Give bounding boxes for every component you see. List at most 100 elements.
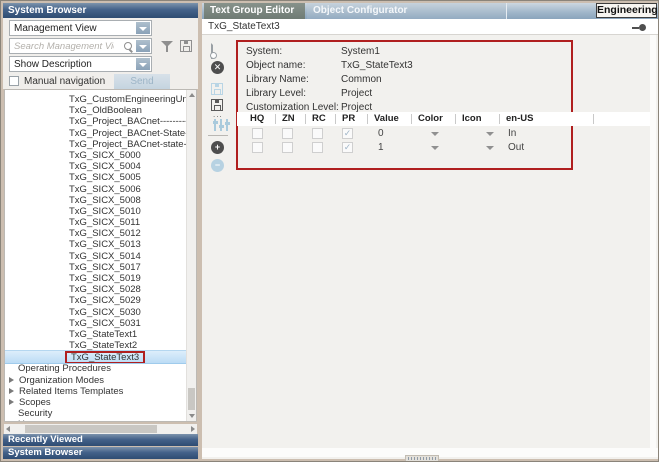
- scrollbar-thumb[interactable]: [188, 388, 195, 410]
- close-button[interactable]: ✕: [211, 61, 224, 74]
- tab-text-group-editor[interactable]: Text Group Editor: [204, 3, 305, 19]
- system-browser-header[interactable]: System Browser: [3, 3, 198, 18]
- tree-item[interactable]: TxG_SICX_5006: [5, 184, 186, 195]
- new-document-icon[interactable]: [211, 40, 213, 59]
- tree-item[interactable]: TxG_Project_BACnet----------: [5, 116, 186, 127]
- search-box[interactable]: [9, 38, 152, 54]
- expand-arrow-icon[interactable]: [9, 388, 14, 394]
- tree-item[interactable]: TxG_StateText1: [5, 329, 186, 340]
- tree-item[interactable]: TxG_SICX_5030: [5, 307, 186, 318]
- tree-item[interactable]: TxG_SICX_5010: [5, 206, 186, 217]
- zn-checkbox[interactable]: [282, 142, 293, 153]
- tree-item-selected[interactable]: TxG_StateText3: [5, 350, 186, 364]
- editor-tab-bar: Text Group Editor Object Configurator En…: [202, 3, 658, 19]
- column-separator: [367, 114, 368, 124]
- manual-navigation-checkbox[interactable]: [9, 76, 19, 86]
- tree-item[interactable]: TxG_CustomEngineeringUnits: [5, 94, 186, 105]
- hq-checkbox[interactable]: [252, 142, 263, 153]
- search-input[interactable]: [12, 40, 116, 53]
- tree-horizontal-scrollbar[interactable]: [4, 424, 197, 434]
- form-label: System:: [246, 45, 282, 58]
- tree-item[interactable]: TxG_SICX_5013: [5, 239, 186, 250]
- recently-viewed-bar[interactable]: Recently Viewed: [3, 434, 198, 446]
- tree-item[interactable]: TxG_SICX_5000: [5, 150, 186, 161]
- send-button-label: Send: [130, 76, 153, 87]
- rc-checkbox[interactable]: [312, 142, 323, 153]
- value-cell[interactable]: 0: [378, 128, 384, 140]
- tree-item[interactable]: TxG_SICX_5028: [5, 284, 186, 295]
- tree-item-level1[interactable]: Scopes: [5, 397, 186, 408]
- tree-item-label: Related Items Templates: [19, 386, 123, 397]
- icon-dropdown-icon[interactable]: [486, 146, 494, 150]
- tree-item[interactable]: TxG_SICX_5008: [5, 195, 186, 206]
- table-row: ✓ 1 Out: [237, 141, 651, 155]
- col-pr: PR: [342, 113, 355, 125]
- engineering-mode-badge: Engineering: [596, 3, 657, 18]
- rc-checkbox[interactable]: [312, 128, 323, 139]
- en-us-cell[interactable]: Out: [508, 142, 524, 154]
- hq-checkbox[interactable]: [252, 128, 263, 139]
- col-color: Color: [418, 113, 443, 125]
- system-browser-bottom-bar[interactable]: System Browser: [3, 447, 198, 459]
- arrow-right-icon[interactable]: [191, 426, 195, 432]
- zn-checkbox[interactable]: [282, 128, 293, 139]
- filter-icon[interactable]: [161, 41, 174, 52]
- form-label: Object name:: [246, 59, 305, 72]
- description-dropdown-button[interactable]: [135, 58, 150, 70]
- tree-item[interactable]: TxG_SICX_5012: [5, 228, 186, 239]
- tree-item[interactable]: TxG_SICX_5005: [5, 172, 186, 183]
- pr-checkbox[interactable]: ✓: [342, 142, 353, 153]
- tree-item[interactable]: TxG_OldBoolean: [5, 105, 186, 116]
- arrow-up-icon: [189, 93, 195, 97]
- splitter-grip[interactable]: [405, 455, 439, 462]
- tree-item-level1[interactable]: Operating Procedures: [5, 363, 186, 374]
- scroll-up-button[interactable]: [187, 90, 196, 100]
- value-cell[interactable]: 1: [378, 142, 384, 154]
- tree-item-level1[interactable]: Users: [5, 419, 186, 422]
- form-value: System1: [341, 45, 380, 58]
- view-selector-dropdown[interactable]: Management View: [9, 20, 152, 36]
- editor-body: ✕ ... + − System: System1 Object name: T…: [202, 35, 658, 448]
- color-dropdown-icon[interactable]: [431, 132, 439, 136]
- tree-item-level1[interactable]: Security: [5, 408, 186, 419]
- tree-item[interactable]: TxG_SICX_5014: [5, 251, 186, 262]
- tree-vertical-scrollbar[interactable]: [186, 90, 196, 421]
- pr-checkbox[interactable]: ✓: [342, 128, 353, 139]
- tree-item[interactable]: TxG_SICX_5011: [5, 217, 186, 228]
- description-mode-dropdown[interactable]: Show Description: [9, 56, 152, 72]
- tab-object-configurator[interactable]: Object Configurator: [307, 3, 507, 19]
- send-button[interactable]: Send: [114, 74, 170, 90]
- arrow-left-icon[interactable]: [6, 426, 10, 432]
- pin-icon[interactable]: [632, 24, 646, 31]
- plus-icon: +: [215, 142, 220, 152]
- close-icon: ✕: [214, 62, 222, 72]
- chevron-down-icon: [139, 27, 147, 31]
- add-row-button[interactable]: +: [211, 141, 224, 154]
- tree-item[interactable]: TxG_Project_BACnet-state-#1-state-s: [5, 139, 186, 150]
- expand-arrow-icon[interactable]: [9, 377, 14, 383]
- scrollbar-thumb[interactable]: [25, 425, 157, 433]
- editor-right-scrollbar-track[interactable]: [650, 35, 656, 448]
- save-as-icon[interactable]: ...: [211, 99, 223, 111]
- ellipsis: ...: [213, 113, 223, 117]
- tree-item-level1[interactable]: Related Items Templates: [5, 386, 186, 397]
- tree-item[interactable]: TxG_SICX_5017: [5, 262, 186, 273]
- view-selector-dropdown-button[interactable]: [135, 22, 150, 34]
- scroll-down-button[interactable]: [187, 411, 196, 421]
- manual-navigation-row: Manual navigation Send: [9, 74, 194, 90]
- en-us-cell[interactable]: In: [508, 128, 516, 140]
- tree-item[interactable]: TxG_SICX_5029: [5, 295, 186, 306]
- tree-item[interactable]: TxG_SICX_5031: [5, 318, 186, 329]
- color-dropdown-icon[interactable]: [431, 146, 439, 150]
- save-search-icon[interactable]: [180, 40, 192, 52]
- tree-item-level1[interactable]: Organization Modes: [5, 375, 186, 386]
- column-separator: [275, 114, 276, 124]
- chevron-down-icon: [139, 45, 147, 49]
- expand-arrow-icon[interactable]: [9, 399, 14, 405]
- icon-dropdown-icon[interactable]: [486, 132, 494, 136]
- tree-item[interactable]: TxG_Project_BACnet-State-1-State-2: [5, 128, 186, 139]
- form-label: Library Name:: [246, 73, 309, 86]
- tree-item[interactable]: TxG_SICX_5004: [5, 161, 186, 172]
- tree-item[interactable]: TxG_SICX_5019: [5, 273, 186, 284]
- search-dropdown-button[interactable]: [135, 40, 150, 52]
